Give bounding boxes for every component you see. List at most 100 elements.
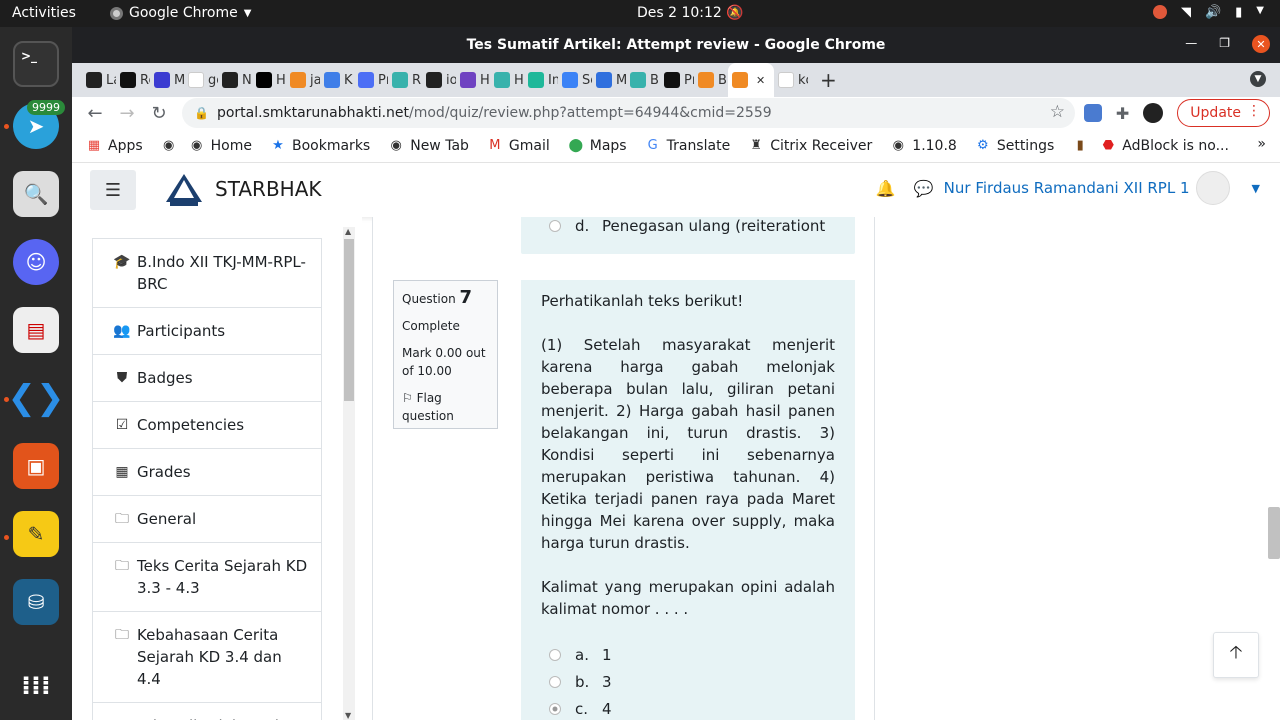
minimize-icon[interactable]: — <box>1185 36 1197 53</box>
browser-tab[interactable]: La <box>82 67 116 93</box>
back-to-top-button[interactable]: 🡡 <box>1213 632 1259 678</box>
bookmark-item[interactable]: ◉ <box>161 138 177 154</box>
radio-button[interactable] <box>549 220 561 232</box>
browser-tab[interactable]: H <box>252 67 286 93</box>
answer-option[interactable]: a. 1 <box>549 642 835 668</box>
drawer-item[interactable]: ☑ Competencies <box>93 402 321 449</box>
bookmark-item[interactable]: ◉ Home <box>189 138 252 154</box>
browser-tab[interactable]: kc <box>774 67 808 93</box>
notes-icon[interactable]: ✎ <box>13 511 59 557</box>
question-number: 7 <box>459 287 473 308</box>
lock-icon[interactable]: 🔒 <box>194 106 209 120</box>
page-scroll-thumb[interactable] <box>1268 507 1280 559</box>
bookmark-item[interactable]: G Translate <box>645 138 731 154</box>
user-menu[interactable]: Nur Firdaus Ramandani XII RPL 1 ▼ <box>944 171 1260 205</box>
puzzle-icon[interactable]: ✚ <box>1116 104 1129 123</box>
browser-tab[interactable]: N <box>218 67 252 93</box>
browser-tab[interactable]: H <box>456 67 490 93</box>
drawer-item[interactable]: 🗀 Kebahasaan Cerita Sejarah KD 3.4 dan 4.… <box>93 612 321 703</box>
radio-button[interactable] <box>549 702 561 715</box>
browser-tab[interactable]: R <box>388 67 422 93</box>
drawer-item[interactable]: 🗀 Teks Cerita Sejarah KD 3.3 - 4.3 <box>93 543 321 612</box>
browser-tab[interactable]: Re <box>116 67 150 93</box>
quiz-review-main: d. Penegasan ulang (reiterationt Questio… <box>372 217 875 720</box>
profile-avatar-icon[interactable] <box>1143 103 1164 123</box>
bookmark-item[interactable]: ▮ <box>1072 138 1088 154</box>
bell-icon[interactable]: 🔔 <box>876 179 896 198</box>
browser-tab[interactable]: gc <box>184 67 218 93</box>
answer-option[interactable]: d. Penegasan ulang (reiterationt <box>549 217 825 235</box>
mysql-workbench-icon[interactable]: ⛁ <box>13 579 59 625</box>
tab-search-icon[interactable]: ▼ <box>1250 71 1266 87</box>
discord-icon[interactable]: ☺ <box>13 239 59 285</box>
search-app-icon[interactable]: 🔍 <box>13 171 59 217</box>
shield-icon: ⛊ <box>116 370 128 386</box>
address-bar[interactable]: 🔒 portal.smktarunabhakti.net/mod/quiz/re… <box>182 98 1075 128</box>
message-icon[interactable]: 💬 <box>914 179 934 198</box>
new-tab-icon[interactable]: + <box>820 68 837 92</box>
system-tray[interactable]: ◥ 🔊 ▮ ▼ <box>1152 5 1264 20</box>
drawer-scroll-thumb[interactable] <box>344 239 354 401</box>
show-apps-icon[interactable]: ⁞⁞⁞ <box>13 663 59 709</box>
browser-tab[interactable]: M <box>150 67 184 93</box>
browser-tab[interactable]: Se <box>558 67 592 93</box>
bookmark-item[interactable]: ⚙ Settings <box>975 138 1054 154</box>
vscode-icon[interactable]: ❮❯ <box>8 375 65 421</box>
answer-option[interactable]: c. 4 <box>549 695 835 720</box>
bookmark-item[interactable]: ⬤ Maps <box>568 138 626 154</box>
browser-tab[interactable]: Pı <box>660 67 694 93</box>
drawer-item[interactable]: 🎓 B.Indo XII TKJ-MM-RPL-BRC <box>93 239 321 308</box>
bookmark-item[interactable]: M Gmail <box>487 138 549 154</box>
drawer-item[interactable]: 👥 Participants <box>93 308 321 355</box>
browser-tab[interactable]: B <box>626 67 660 93</box>
drawer-scrollbar[interactable]: ▲ ▼ <box>343 227 355 720</box>
drawer-item[interactable]: ⛊ Badges <box>93 355 321 402</box>
browser-tab[interactable]: io <box>422 67 456 93</box>
drawer-item[interactable]: ▦ Grades <box>93 449 321 496</box>
impress-icon[interactable]: ▣ <box>13 443 59 489</box>
bookmark-item[interactable]: ◉ 1.10.8 <box>890 138 957 154</box>
extension-icon[interactable] <box>1083 104 1102 122</box>
app-menu[interactable]: Google Chrome ▼ <box>110 5 251 21</box>
browser-tab[interactable]: Pı <box>354 67 388 93</box>
document-viewer-icon[interactable]: ▤ <box>13 307 59 353</box>
tab-close-icon[interactable]: ✕ <box>756 74 765 87</box>
close-icon[interactable]: ✕ <box>1252 35 1270 53</box>
reload-icon[interactable]: ↻ <box>150 103 168 124</box>
bookmark-item[interactable]: ★ Bookmarks <box>270 138 370 154</box>
scroll-down-icon[interactable]: ▼ <box>345 711 351 720</box>
bookmark-item[interactable]: ▦ Apps <box>86 138 143 154</box>
bookmark-item[interactable]: ⬣ AdBlock is no... <box>1100 138 1229 154</box>
chevron-double-right-icon[interactable]: » <box>1257 136 1266 152</box>
site-brand[interactable]: STARBHAK <box>215 177 322 201</box>
browser-tab[interactable]: M <box>592 67 626 93</box>
browser-tab[interactable]: ja <box>286 67 320 93</box>
browser-tab[interactable]: ✕ <box>728 63 774 97</box>
update-button[interactable]: Update ⋮ <box>1177 99 1270 127</box>
scroll-up-icon[interactable]: ▲ <box>345 227 351 236</box>
users-icon: 👥 <box>113 323 131 339</box>
answer-option[interactable]: b. 3 <box>549 668 835 695</box>
browser-tab[interactable]: B <box>694 67 728 93</box>
browser-tab[interactable]: H <box>490 67 524 93</box>
menu-toggle-icon[interactable]: ☰ <box>90 170 136 210</box>
flag-question-link[interactable]: ⚐ Flag question <box>402 389 489 425</box>
window-titlebar[interactable]: Tes Sumatif Artikel: Attempt review - Go… <box>72 27 1280 63</box>
activities-button[interactable]: Activities <box>12 5 76 21</box>
browser-tab[interactable]: K <box>320 67 354 93</box>
bookmark-star-icon[interactable]: ☆ <box>1050 102 1065 122</box>
back-icon[interactable]: ← <box>86 103 104 124</box>
forward-icon[interactable]: → <box>118 103 136 124</box>
browser-tab[interactable]: In <box>524 67 558 93</box>
bookmark-item[interactable]: ◉ New Tab <box>388 138 469 154</box>
school-logo[interactable] <box>162 172 206 208</box>
bookmark-item[interactable]: ♜ Citrix Receiver <box>748 138 872 154</box>
maximize-icon[interactable]: ❐ <box>1219 36 1230 53</box>
radio-button[interactable] <box>549 675 561 688</box>
drawer-item[interactable]: 🗀Teks Editorial 3.5 dan <box>93 703 321 720</box>
terminal-icon[interactable]: >_ <box>13 41 59 87</box>
drawer-item[interactable]: 🗀 General <box>93 496 321 543</box>
clock[interactable]: Des 2 10:12 🔕 <box>637 5 744 21</box>
radio-button[interactable] <box>549 649 561 661</box>
user-area: 🔔 💬 Nur Firdaus Ramandani XII RPL 1 ▼ <box>876 171 1260 205</box>
